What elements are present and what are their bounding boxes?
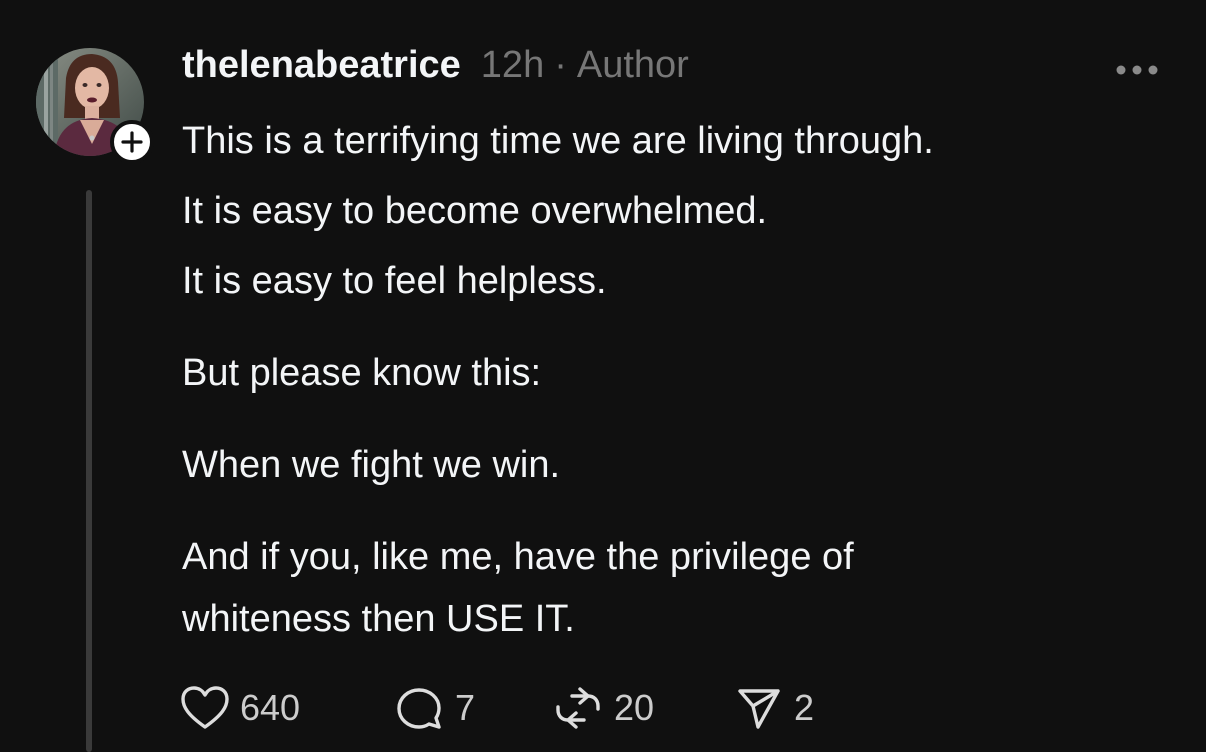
post-line: It is easy to become overwhelmed. [182, 190, 768, 232]
heart-icon [181, 686, 229, 729]
author-tag: Author [576, 44, 689, 86]
follow-button[interactable] [110, 120, 154, 164]
repost-count: 20 [614, 687, 655, 728]
post-body: This is a terrifying time we are living … [182, 110, 1172, 650]
post-line: But please know this: [182, 352, 542, 394]
post-line: It is easy to feel helpless. [182, 260, 607, 302]
meta-separator: · [554, 44, 567, 86]
thread-post: thelenabeatrice 12h · Author This is a ter… [0, 0, 1206, 752]
post-header: thelenabeatrice 12h · Author [182, 44, 689, 100]
post-timestamp[interactable]: 12h [481, 44, 544, 86]
post-line: This is a terrifying time we are living … [182, 120, 934, 162]
repost-arrows-icon [556, 687, 600, 729]
more-options-button[interactable] [1112, 56, 1162, 84]
reply-count: 7 [455, 687, 476, 728]
post-line: And if you, like me, have the privilege … [182, 536, 854, 640]
author-avatar-container[interactable] [36, 48, 154, 164]
plus-icon [121, 131, 143, 153]
author-username[interactable]: thelenabeatrice [182, 44, 461, 87]
share-count: 2 [794, 687, 815, 728]
send-paper-plane-icon [738, 689, 780, 729]
share-button[interactable]: 2 [734, 685, 834, 731]
post-line: When we fight we win. [182, 444, 561, 486]
like-button[interactable]: 640 [180, 685, 395, 731]
ellipsis-icon [1116, 65, 1158, 75]
comment-bubble-icon [397, 688, 441, 729]
repost-button[interactable]: 20 [552, 685, 734, 731]
post-actions: 640 7 20 2 [180, 680, 834, 736]
reply-button[interactable]: 7 [395, 685, 552, 731]
like-count: 640 [240, 687, 301, 728]
thread-line [86, 190, 92, 752]
post-meta: 12h · Author [481, 44, 689, 87]
